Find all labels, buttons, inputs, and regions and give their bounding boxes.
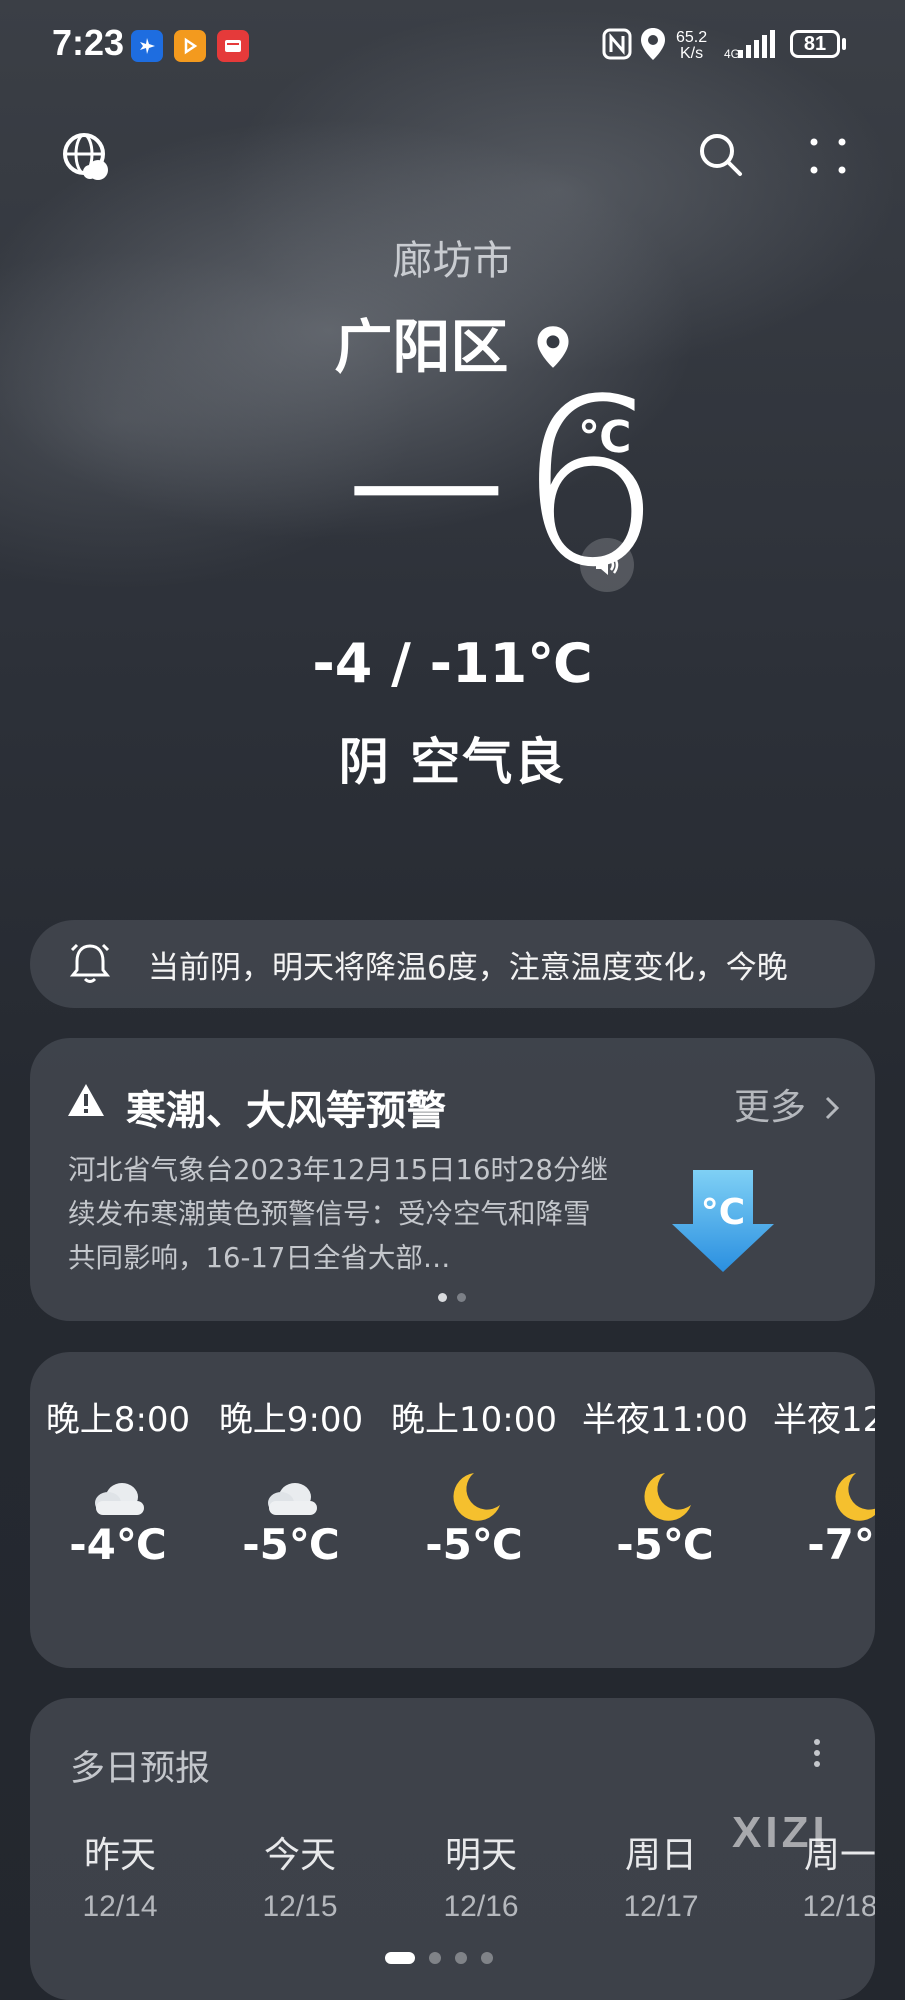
hourly-time: 晚上10:00 — [391, 1400, 557, 1440]
temperature-drop-icon: °C — [668, 1166, 778, 1278]
flight-app-icon — [131, 30, 163, 62]
hourly-time: 半夜12:00 — [773, 1400, 875, 1440]
battery-icon: 81 — [790, 30, 840, 58]
speaker-button[interactable] — [580, 538, 634, 592]
speaker-icon — [596, 555, 619, 575]
day-date: 12/17 — [623, 1890, 699, 1923]
watermark: XIZI — [732, 1808, 829, 1857]
daily-item: 今天 12/15 — [230, 1826, 370, 1924]
hourly-temp: -5℃ — [425, 1520, 523, 1569]
page-dot[interactable] — [455, 1952, 467, 1964]
daily-title: 多日预报 — [70, 1749, 211, 1789]
day-name: 昨天 — [83, 1835, 156, 1876]
cloudy-icon — [95, 1483, 144, 1515]
chevron-right-icon — [826, 1096, 840, 1120]
alert-title: 寒潮、大风等预警 — [126, 1088, 446, 1134]
hourly-temp: -5℃ — [616, 1520, 714, 1569]
daily-item: 昨天 12/14 — [50, 1826, 190, 1924]
day-date: 12/18 — [802, 1890, 875, 1923]
video-app-icon — [174, 30, 206, 62]
day-date: 12/16 — [443, 1890, 519, 1923]
status-bar: 7:23 65.2 K/s 4G 81 — [0, 0, 905, 90]
temperature-range: -4 / -11℃ — [312, 632, 593, 695]
daily-item: 明天 12/16 — [411, 1826, 551, 1924]
temperature-unit: ℃ — [578, 412, 632, 463]
page-dot[interactable] — [481, 1952, 493, 1964]
alert-page-dot — [457, 1293, 466, 1302]
warning-icon — [66, 1082, 106, 1122]
notice-text: 当前阴，明天将降温6度，注意温度变化，今晚 — [148, 950, 788, 986]
alert-more-link[interactable]: 更多 — [734, 1078, 841, 1130]
day-date: 12/14 — [82, 1890, 158, 1923]
hourly-item: 半夜11:00 -5℃ — [570, 1392, 760, 1569]
alert-body: 河北省气象台2023年12月15日16时28分继续发布寒潮黄色预警信号：受冷空气… — [68, 1154, 608, 1274]
search-icon[interactable] — [698, 132, 744, 182]
hourly-temp: -4℃ — [69, 1520, 167, 1569]
svg-text:4G: 4G — [724, 47, 740, 60]
day-date: 12/15 — [262, 1890, 338, 1923]
moon-icon — [453, 1473, 500, 1521]
page-dot[interactable] — [429, 1952, 441, 1964]
hourly-item: 晚上10:00 -5℃ — [379, 1392, 569, 1569]
location-icon — [640, 27, 666, 65]
city-name: 廊坊市 — [392, 238, 513, 284]
network-speed-unit: K/s — [680, 45, 704, 62]
hourly-item: 半夜12:00 -7℃ — [761, 1392, 875, 1569]
day-name: 今天 — [263, 1835, 336, 1876]
hourly-time: 晚上9:00 — [218, 1400, 364, 1440]
daily-more-icon[interactable] — [812, 1738, 822, 1772]
page-dot-active[interactable] — [385, 1952, 415, 1964]
city-manage-globe-icon[interactable] — [62, 132, 112, 186]
hourly-time: 半夜11:00 — [582, 1400, 748, 1440]
alert-more-label: 更多 — [734, 1087, 807, 1128]
svg-text:°C: °C — [701, 1192, 745, 1233]
moon-icon — [835, 1473, 875, 1521]
alert-page-dot-active — [438, 1293, 447, 1302]
weather-notice-banner[interactable]: 当前阴，明天将降温6度，注意温度变化，今晚 — [30, 920, 875, 1008]
network-speed: 65.2 K/s — [676, 30, 707, 62]
hourly-item: 晚上9:00 -5℃ — [196, 1392, 386, 1569]
hourly-forecast-card[interactable]: 晚上8:00 -4℃ 晚上9:00 -5℃ 晚上10:00 -5℃ 半夜11:0… — [30, 1352, 875, 1668]
nfc-icon — [602, 28, 632, 64]
day-name: 周日 — [624, 1835, 697, 1876]
network-speed-value: 65.2 — [676, 29, 708, 46]
bell-icon — [68, 940, 112, 990]
hourly-time: 晚上8:00 — [45, 1400, 191, 1440]
cloudy-icon — [268, 1483, 317, 1515]
page-indicator[interactable] — [385, 1952, 493, 1964]
day-name: 明天 — [444, 1835, 517, 1876]
daily-item: 周日 12/17 — [591, 1826, 731, 1924]
weather-condition[interactable]: 阴 空气良 — [0, 722, 905, 794]
hourly-item: 晚上8:00 -4℃ — [30, 1392, 213, 1569]
more-options-icon[interactable] — [808, 136, 848, 180]
hourly-temp: -7℃ — [807, 1520, 875, 1569]
signal-icon: 4G — [724, 30, 776, 64]
hourly-temp: -5℃ — [242, 1520, 340, 1569]
status-time: 7:23 — [52, 22, 125, 63]
battery-tip — [842, 38, 846, 50]
alert-pagination — [438, 1293, 466, 1302]
moon-icon — [644, 1473, 691, 1521]
weather-alert-card[interactable]: 寒潮、大风等预警 更多 河北省气象台2023年12月15日16时28分继续发布寒… — [30, 1038, 875, 1321]
message-app-icon — [217, 30, 249, 62]
